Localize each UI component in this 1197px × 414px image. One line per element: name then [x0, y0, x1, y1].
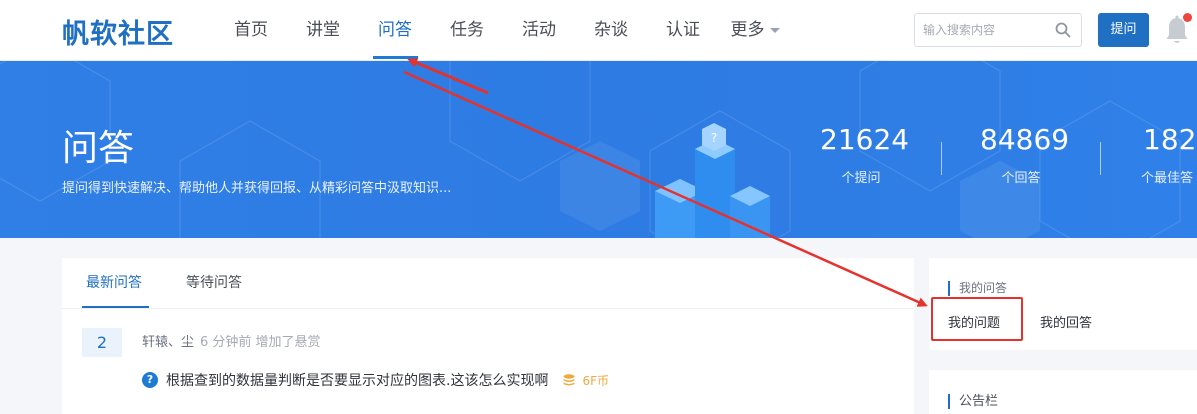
stat-best-answers: 1824 个最佳答	[1141, 123, 1197, 186]
my-qa-title: 我的问答	[948, 281, 1007, 296]
nav-lecture[interactable]: 讲堂	[287, 0, 359, 61]
banner-title: 问答	[62, 128, 135, 169]
stat-answers-value: 84869	[980, 123, 1070, 156]
stat-answers-label: 个回答	[1001, 171, 1041, 186]
qa-list-card: 最新问答 等待问答 2 轩辕、尘 6 分钟前 增加了悬赏 ? 根据查到的数据量判断…	[62, 258, 914, 414]
annotation-highlight-box	[931, 297, 1023, 341]
question-activity: 6 分钟前 增加了悬赏	[200, 335, 321, 350]
nav-chat[interactable]: 杂谈	[575, 0, 647, 61]
tab-waiting[interactable]: 等待问答	[186, 258, 242, 309]
nav-home[interactable]: 首页	[215, 0, 287, 61]
question-meta: 轩辕、尘 6 分钟前 增加了悬赏	[142, 331, 321, 350]
nav-tasks[interactable]: 任务	[431, 0, 503, 61]
active-tab-indicator	[82, 306, 149, 308]
reward-amount: 6F币	[582, 373, 609, 388]
stat-questions: 21624 个提问	[820, 123, 910, 186]
stat-divider	[1100, 142, 1101, 175]
search-input[interactable]	[923, 14, 1053, 46]
nav-events[interactable]: 活动	[503, 0, 575, 61]
notice-title: 公告栏	[948, 394, 998, 409]
stat-best-answers-label: 个最佳答	[1141, 171, 1194, 186]
stat-questions-label: 个提问	[841, 171, 881, 186]
coin-stack-icon	[563, 374, 575, 386]
qa-tabs: 最新问答 等待问答	[62, 258, 914, 309]
banner-subtitle: 提问得到快速解决、帮助他人并获得回报、从精彩问答中汲取知识...	[62, 181, 452, 196]
site-logo[interactable]: 帆软社区	[62, 12, 174, 51]
qa-banner: 问答 提问得到快速解决、帮助他人并获得回报、从精彩问答中汲取知识... ? 21…	[0, 61, 1197, 238]
chevron-down-icon	[769, 27, 780, 33]
ask-question-button[interactable]: 提问	[1098, 13, 1149, 47]
question-mark-icon: ?	[142, 372, 158, 388]
nav-qa[interactable]: 问答	[359, 0, 431, 61]
nav-more[interactable]: 更多	[719, 0, 791, 61]
stat-divider	[941, 142, 942, 175]
stat-answers: 84869 个回答	[980, 123, 1070, 186]
search-box[interactable]	[914, 13, 1082, 47]
nav-certification[interactable]: 认证	[647, 0, 719, 61]
question-user[interactable]: 轩辕、尘	[142, 335, 194, 350]
main-nav: 首页 讲堂 问答 任务 活动 杂谈 认证 更多	[215, 0, 791, 61]
notification-dot	[1183, 13, 1192, 22]
search-icon[interactable]	[1055, 22, 1071, 38]
top-header: 帆软社区 首页 讲堂 问答 任务 活动 杂谈 认证 更多 提问	[0, 0, 1197, 61]
stat-questions-value: 21624	[820, 123, 910, 156]
notice-card: 公告栏	[929, 370, 1197, 414]
active-nav-indicator	[373, 56, 418, 59]
answer-count-badge: 2	[82, 328, 122, 357]
question-title[interactable]: 根据查到的数据量判断是否要显示对应的图表.这该怎么实现啊	[166, 370, 548, 390]
stat-best-answers-value: 1824	[1143, 123, 1197, 156]
page: 帆软社区 首页 讲堂 问答 任务 活动 杂谈 认证 更多 提问	[0, 0, 1197, 414]
nav-more-label: 更多	[730, 20, 765, 40]
question-item[interactable]: ? 根据查到的数据量判断是否要显示对应的图表.这该怎么实现啊 6F币	[142, 370, 609, 390]
question-cubes-illustration: ?	[655, 123, 770, 238]
tab-latest[interactable]: 最新问答	[86, 258, 142, 309]
svg-text:?: ?	[711, 131, 717, 145]
tab-my-answers[interactable]: 我的回答	[1040, 312, 1092, 331]
